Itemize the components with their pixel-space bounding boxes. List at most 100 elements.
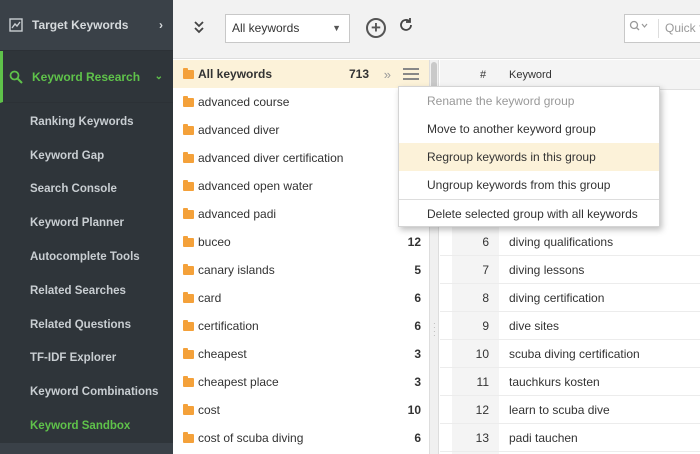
keyword-cell: padi tauchen	[509, 431, 578, 445]
group-row[interactable]: advanced diver certification	[173, 144, 429, 172]
group-row[interactable]: cost of scuba diving 6	[173, 424, 429, 452]
group-name: buceo	[198, 235, 231, 249]
sidebar-item-keyword-sandbox[interactable]: Keyword Sandbox	[0, 409, 173, 443]
group-name: advanced course	[198, 95, 290, 109]
group-row[interactable]: cheapest place 3	[173, 368, 429, 396]
drag-handle-icon[interactable]: · · · ·	[433, 320, 436, 340]
group-count: 713	[348, 67, 369, 81]
group-row[interactable]: certification 6	[173, 312, 429, 340]
row-number: 9	[482, 319, 489, 333]
double-chevron-right-icon[interactable]: »	[384, 67, 391, 82]
column-header-number[interactable]: #	[480, 69, 486, 81]
sidebar-item-label: Keyword Planner	[30, 217, 124, 230]
group-row-all-keywords[interactable]: All keywords 713 »	[173, 60, 429, 88]
sidebar-item-tf-idf-explorer[interactable]: TF-IDF Explorer	[0, 342, 173, 376]
menu-item-rename-group[interactable]: Rename the keyword group	[399, 87, 659, 115]
row-number: 13	[475, 431, 489, 445]
table-row[interactable]: 13 padi tauchen	[440, 424, 700, 452]
group-name: card	[198, 291, 222, 305]
group-count: 6	[414, 431, 421, 445]
table-row[interactable]: 7 diving lessons	[440, 256, 700, 284]
refresh-icon[interactable]	[395, 16, 417, 38]
sidebar-item-related-searches[interactable]: Related Searches	[0, 274, 173, 308]
quick-filter-placeholder: Quick f	[665, 21, 700, 35]
keyword-cell: dive sites	[509, 319, 560, 333]
group-row[interactable]: card 6	[173, 284, 429, 312]
group-row[interactable]: advanced open water	[173, 172, 429, 200]
keyword-filter-select[interactable]: All keywords ▼	[225, 14, 350, 43]
sidebar-item-autocomplete-tools[interactable]: Autocomplete Tools	[0, 240, 173, 274]
keyword-cell: tauchkurs kosten	[509, 375, 600, 389]
table-row[interactable]: 6 diving qualifications	[440, 228, 700, 256]
row-number: 12	[475, 403, 489, 417]
sidebar-section-target-keywords[interactable]: Target Keywords ›	[0, 0, 173, 51]
group-row[interactable]: canary islands 5	[173, 256, 429, 284]
keyword-groups-panel: All keywords 713 » advanced course advan…	[173, 60, 429, 454]
keyword-filter-value: All keywords	[232, 21, 300, 35]
folder-icon	[183, 291, 194, 303]
table-row[interactable]: 8 diving certification	[440, 284, 700, 312]
sidebar-item-label: Related Questions	[30, 318, 131, 331]
menu-item-delete-group[interactable]: Delete selected group with all keywords	[399, 200, 659, 228]
group-count: 10	[407, 403, 421, 417]
chart-icon	[8, 17, 24, 33]
group-row[interactable]: advanced diver	[173, 116, 429, 144]
sidebar-item-label: TF-IDF Explorer	[30, 352, 117, 365]
table-row[interactable]: 11 tauchkurs kosten	[440, 368, 700, 396]
menu-icon[interactable]	[403, 68, 419, 80]
add-icon[interactable]: +	[366, 18, 386, 38]
group-name: advanced diver	[198, 123, 280, 137]
sidebar-section-label: Keyword Research	[32, 69, 141, 84]
search-icon	[8, 69, 24, 85]
table-row[interactable]: 10 scuba diving certification	[440, 340, 700, 368]
folder-icon	[183, 179, 194, 191]
toolbar: All keywords ▼ + Quick f	[173, 0, 700, 59]
group-row[interactable]: buceo 12	[173, 228, 429, 256]
menu-item-ungroup-keywords[interactable]: Ungroup keywords from this group	[399, 171, 659, 199]
folder-icon	[183, 95, 194, 107]
menu-item-regroup-keywords[interactable]: Regroup keywords in this group	[399, 143, 659, 171]
sidebar-item-ranking-keywords[interactable]: Ranking Keywords	[0, 105, 173, 139]
group-count: 6	[414, 319, 421, 333]
sidebar-submenu: Ranking Keywords Keyword Gap Search Cons…	[0, 103, 173, 443]
group-name: All keywords	[198, 67, 273, 81]
chevron-down-icon: ▼	[332, 23, 341, 33]
sidebar-item-label: Keyword Gap	[30, 149, 105, 162]
sidebar-section-keyword-research[interactable]: Keyword Research ⌄	[0, 51, 173, 103]
sidebar-item-label: Ranking Keywords	[30, 115, 134, 128]
group-row[interactable]: advanced course	[173, 88, 429, 116]
group-count: 3	[414, 347, 421, 361]
group-name: advanced diver certification	[198, 151, 344, 165]
folder-icon	[183, 123, 194, 135]
keyword-cell: diving qualifications	[509, 235, 614, 249]
group-row[interactable]: advanced padi	[173, 200, 429, 228]
chevron-down-icon: ⌄	[154, 71, 163, 82]
folder-icon	[183, 347, 194, 359]
sidebar-item-keyword-combinations[interactable]: Keyword Combinations	[0, 375, 173, 409]
collapse-icon[interactable]	[191, 20, 207, 38]
group-count: 5	[414, 263, 421, 277]
group-count: 6	[414, 291, 421, 305]
sidebar: Target Keywords › Keyword Research ⌄ Ran…	[0, 0, 173, 454]
sidebar-item-label: Search Console	[30, 183, 117, 196]
row-number: 8	[482, 291, 489, 305]
sidebar-item-keyword-gap[interactable]: Keyword Gap	[0, 139, 173, 173]
group-name: canary islands	[198, 263, 275, 277]
group-name: cheapest place	[198, 375, 279, 389]
search-icon[interactable]	[629, 19, 659, 38]
sidebar-item-search-console[interactable]: Search Console	[0, 173, 173, 207]
table-row[interactable]: 12 learn to scuba dive	[440, 396, 700, 424]
table-row[interactable]: 9 dive sites	[440, 312, 700, 340]
sidebar-item-label: Keyword Sandbox	[30, 420, 131, 433]
folder-icon	[183, 263, 194, 275]
sidebar-item-related-questions[interactable]: Related Questions	[0, 308, 173, 342]
menu-item-move-group[interactable]: Move to another keyword group	[399, 115, 659, 143]
group-row[interactable]: cost 10	[173, 396, 429, 424]
keyword-cell: diving certification	[509, 291, 605, 305]
group-row[interactable]: cheapest 3	[173, 340, 429, 368]
keyword-cell: diving lessons	[509, 263, 585, 277]
group-name: advanced open water	[198, 179, 313, 193]
quick-filter-input[interactable]: Quick f	[624, 14, 700, 43]
column-header-keyword[interactable]: Keyword	[509, 69, 552, 81]
sidebar-item-keyword-planner[interactable]: Keyword Planner	[0, 206, 173, 240]
